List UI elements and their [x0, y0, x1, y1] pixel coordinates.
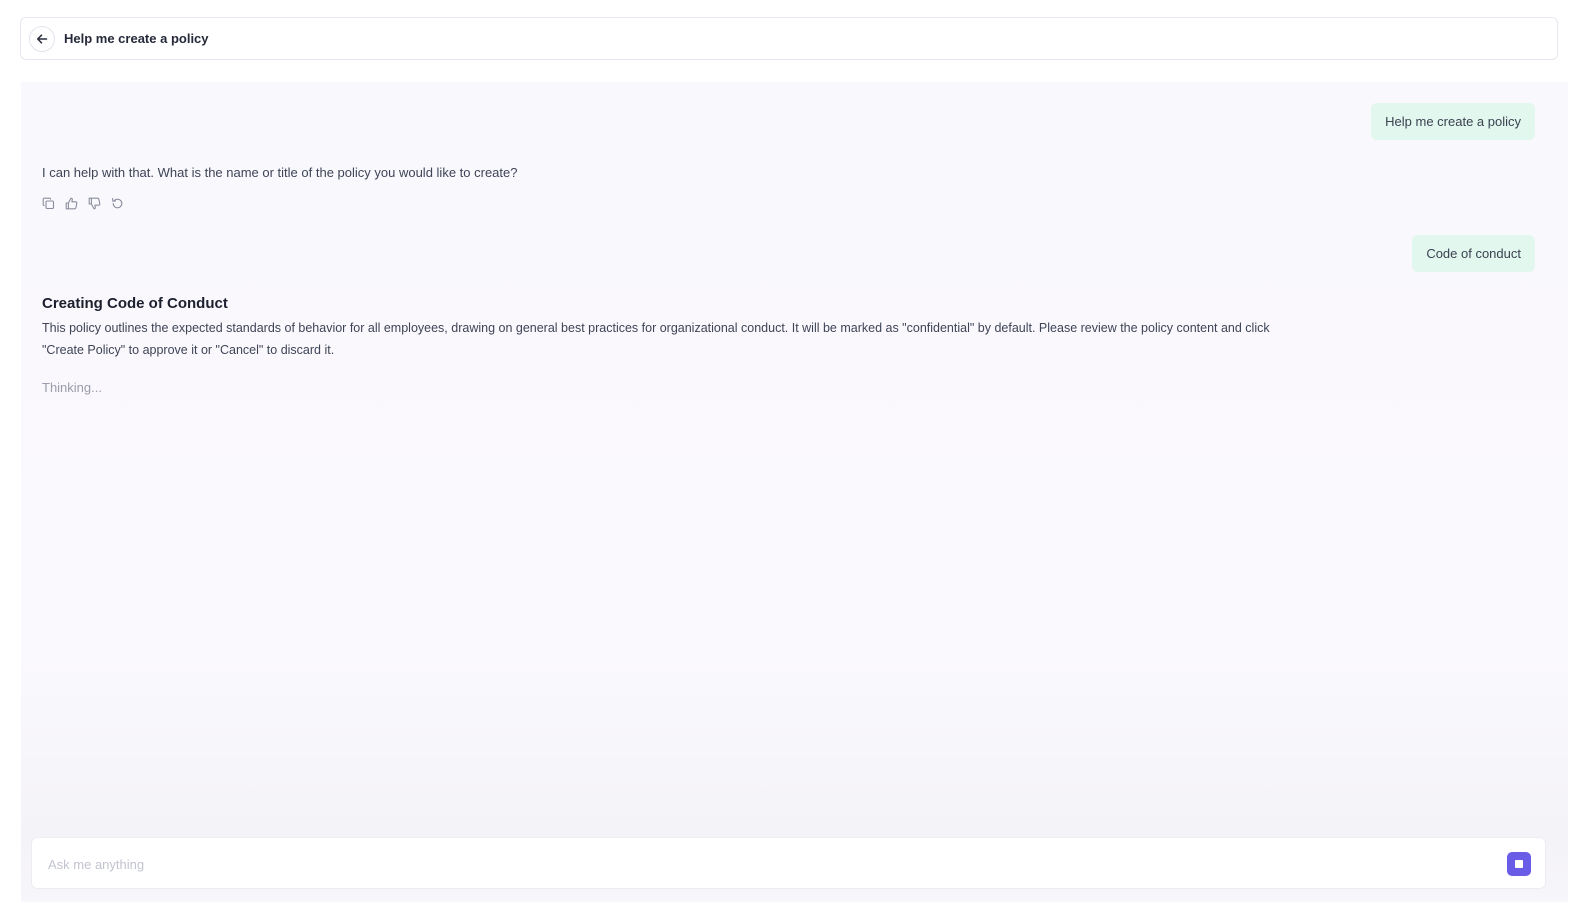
chat-composer	[31, 837, 1546, 890]
chat-input[interactable]	[46, 838, 1490, 890]
assistant-message: I can help with that. What is the name o…	[42, 165, 518, 180]
stop-icon	[1515, 860, 1523, 868]
stop-button[interactable]	[1507, 852, 1531, 876]
regenerate-icon[interactable]	[110, 196, 124, 210]
response-title: Creating Code of Conduct	[42, 295, 228, 312]
response-body: This policy outlines the expected standa…	[42, 321, 1270, 357]
back-button[interactable]	[29, 25, 55, 52]
thinking-status: Thinking...	[42, 380, 102, 395]
page-title: Help me create a policy	[64, 31, 209, 46]
chat-header: Help me create a policy	[20, 17, 1558, 60]
arrow-left-icon	[36, 33, 48, 44]
thumbs-up-icon[interactable]	[64, 196, 78, 210]
user-message: Code of conduct	[1412, 235, 1535, 272]
thumbs-down-icon[interactable]	[87, 196, 101, 210]
message-actions	[41, 196, 124, 210]
copy-icon[interactable]	[41, 196, 55, 210]
conversation-area[interactable]: Help me create a policy I can help with …	[21, 82, 1568, 902]
user-message: Help me create a policy	[1371, 103, 1535, 140]
